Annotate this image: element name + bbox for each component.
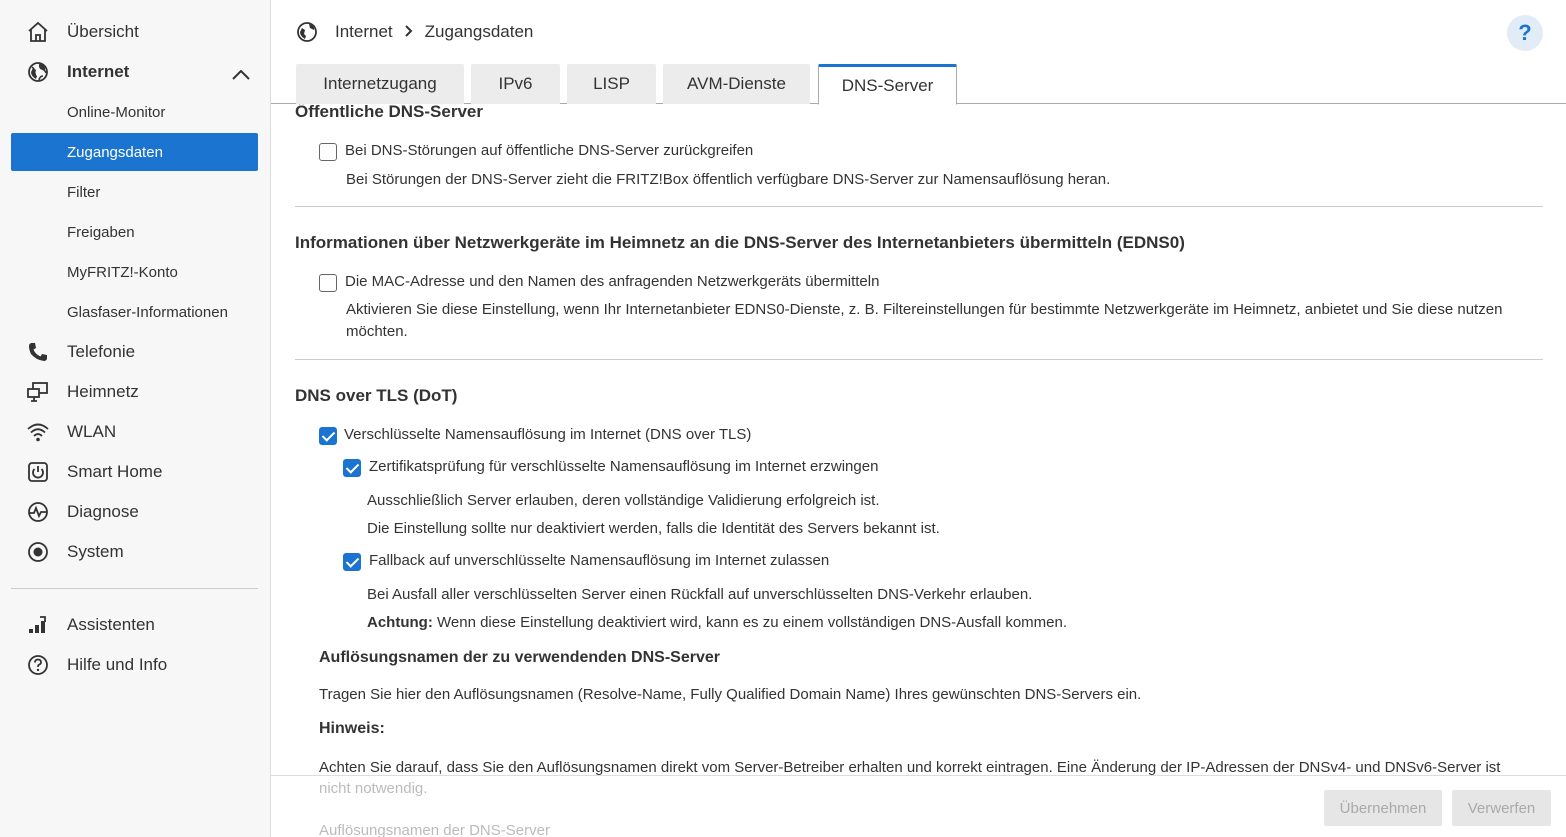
fallback-checkbox[interactable] <box>343 553 361 571</box>
sub-label: Online-Monitor <box>67 103 166 121</box>
wifi-icon <box>26 420 50 444</box>
tab-ipv6[interactable]: IPv6 <box>471 64 560 104</box>
sub-label: Freigaben <box>67 223 135 241</box>
sidebar-item-freigaben[interactable]: Freigaben <box>11 213 258 251</box>
nav-item-internet[interactable]: Internet <box>0 54 271 90</box>
breadcrumb: Internet Zugangsdaten <box>295 20 533 44</box>
public-dns-checkbox-label[interactable]: Bei DNS-Störungen auf öffentliche DNS-Se… <box>345 142 753 159</box>
edns-checkbox-label[interactable]: Die MAC-Adresse und den Namen des anfrag… <box>345 273 879 290</box>
nav-label: Telefonie <box>67 342 136 361</box>
edns-description-line1: Aktivieren Sie diese Einstellung, wenn I… <box>346 301 1503 318</box>
breadcrumb-zugangsdaten: Zugangsdaten <box>424 22 534 41</box>
main-content: Öffentliche DNS-Server Bei DNS-Störungen… <box>271 104 1566 776</box>
tab-avm-dienste[interactable]: AVM-Dienste <box>663 64 810 104</box>
home-icon <box>26 20 50 44</box>
nav-label: Diagnose <box>67 502 139 521</box>
nav-label: Übersicht <box>67 22 139 41</box>
sub-label: Filter <box>67 183 101 201</box>
nav-item-smart-home[interactable]: Smart Home <box>0 454 271 490</box>
warning-text: Achtung: Wenn diese Einstellung deaktivi… <box>367 612 1067 634</box>
hint-text-line2: nicht notwendig. <box>319 780 428 797</box>
cert-check-checkbox[interactable] <box>343 459 361 477</box>
nav-label: Hilfe und Info <box>67 655 168 674</box>
fallback-description: Bei Ausfall aller verschlüsselten Server… <box>367 586 1033 603</box>
tab-internetzugang[interactable]: Internetzugang <box>296 64 464 104</box>
edns-checkbox[interactable] <box>319 274 337 292</box>
dot-checkbox-label[interactable]: Verschlüsselte Namensauflösung im Intern… <box>344 426 751 443</box>
nav-item-assistenten[interactable]: Assistenten <box>0 607 271 643</box>
assistant-icon <box>26 613 50 637</box>
apply-button[interactable]: Übernehmen <box>1324 790 1442 826</box>
tab-dns-server[interactable]: DNS-Server <box>818 64 957 105</box>
resolve-names-field-label: Auflösungsnamen der DNS-Server <box>319 822 550 837</box>
nav-label: Heimnetz <box>67 382 139 401</box>
sidebar-divider <box>11 588 258 589</box>
hint-title: Hinweis: <box>319 720 385 737</box>
phone-icon <box>26 340 50 364</box>
help-circle-icon <box>26 653 50 677</box>
smart-home-icon <box>26 460 50 484</box>
sidebar-item-online-monitor[interactable]: Online-Monitor <box>11 93 258 131</box>
sub-label: MyFRITZ!-Konto <box>67 263 178 281</box>
resolve-names-title: Auflösungsnamen der zu verwendenden DNS-… <box>319 649 720 666</box>
section-title-dot: DNS over TLS (DoT) <box>295 386 458 405</box>
nav-item-diagnose[interactable]: Diagnose <box>0 494 271 530</box>
section-title-public-dns: Öffentliche DNS-Server <box>295 104 483 121</box>
nav-label: Smart Home <box>67 462 163 481</box>
nav-item-telefonie[interactable]: Telefonie <box>0 334 271 370</box>
tab-bar: Internetzugang IPv6 LISP AVM-Dienste DNS… <box>271 64 1566 105</box>
warning-label: Achtung: <box>367 614 433 631</box>
system-icon <box>26 540 50 564</box>
tab-lisp[interactable]: LISP <box>567 64 656 104</box>
nav-label: WLAN <box>67 422 117 441</box>
nav-label: System <box>67 542 124 561</box>
help-button[interactable]: ? <box>1507 15 1543 51</box>
cert-description-line1: Ausschließlich Server erlauben, deren vo… <box>367 492 880 509</box>
hint-text-line1: Achten Sie darauf, dass Sie den Auflösun… <box>319 759 1501 776</box>
nav-item-wlan[interactable]: WLAN <box>0 414 271 450</box>
nav-label: Assistenten <box>67 615 155 634</box>
resolve-names-description: Tragen Sie hier den Auflösungsnamen (Res… <box>319 686 1142 703</box>
diagnose-icon <box>26 500 50 524</box>
sidebar-item-zugangsdaten[interactable]: Zugangsdaten <box>11 133 258 171</box>
cert-check-checkbox-label[interactable]: Zertifikatsprüfung für verschlüsselte Na… <box>369 458 878 475</box>
globe-icon <box>295 20 319 44</box>
sub-label: Zugangsdaten <box>67 143 163 161</box>
fallback-checkbox-label[interactable]: Fallback auf unverschlüsselte Namensaufl… <box>369 552 829 569</box>
section-title-edns: Informationen über Netzwerkgeräte im Hei… <box>295 233 1185 252</box>
warning-body: Wenn diese Einstellung deaktiviert wird,… <box>432 614 1068 631</box>
nav-item-system[interactable]: System <box>0 534 271 570</box>
sidebar-item-filter[interactable]: Filter <box>11 173 258 211</box>
footer-bar: nicht notwendig. Auflösungsnamen der DNS… <box>271 775 1566 837</box>
dot-checkbox[interactable] <box>319 427 337 445</box>
public-dns-description: Bei Störungen der DNS-Server zieht die F… <box>346 171 1111 188</box>
chevron-right-icon <box>404 22 413 42</box>
chevron-up-icon[interactable] <box>232 67 250 85</box>
globe-icon <box>26 60 50 84</box>
discard-button[interactable]: Verwerfen <box>1452 790 1551 826</box>
nav-item-uebersicht[interactable]: Übersicht <box>0 14 271 50</box>
sidebar-item-glasfaser[interactable]: Glasfaser-Informationen <box>11 293 258 331</box>
section-divider <box>295 359 1543 360</box>
edns-description-line2: möchten. <box>346 323 408 340</box>
sub-label: Glasfaser-Informationen <box>67 303 228 321</box>
network-icon <box>26 380 50 404</box>
sidebar-item-myfritz-konto[interactable]: MyFRITZ!-Konto <box>11 253 258 291</box>
breadcrumb-internet[interactable]: Internet <box>335 22 393 42</box>
nav-label: Internet <box>67 62 130 81</box>
nav-item-hilfe[interactable]: Hilfe und Info <box>0 647 271 683</box>
nav-item-heimnetz[interactable]: Heimnetz <box>0 374 271 410</box>
public-dns-checkbox[interactable] <box>319 143 337 161</box>
sidebar: Übersicht Internet Online-Monitor Zugang… <box>0 0 271 837</box>
cert-description-line2: Die Einstellung sollte nur deaktiviert w… <box>367 520 940 537</box>
section-divider <box>295 206 1543 207</box>
